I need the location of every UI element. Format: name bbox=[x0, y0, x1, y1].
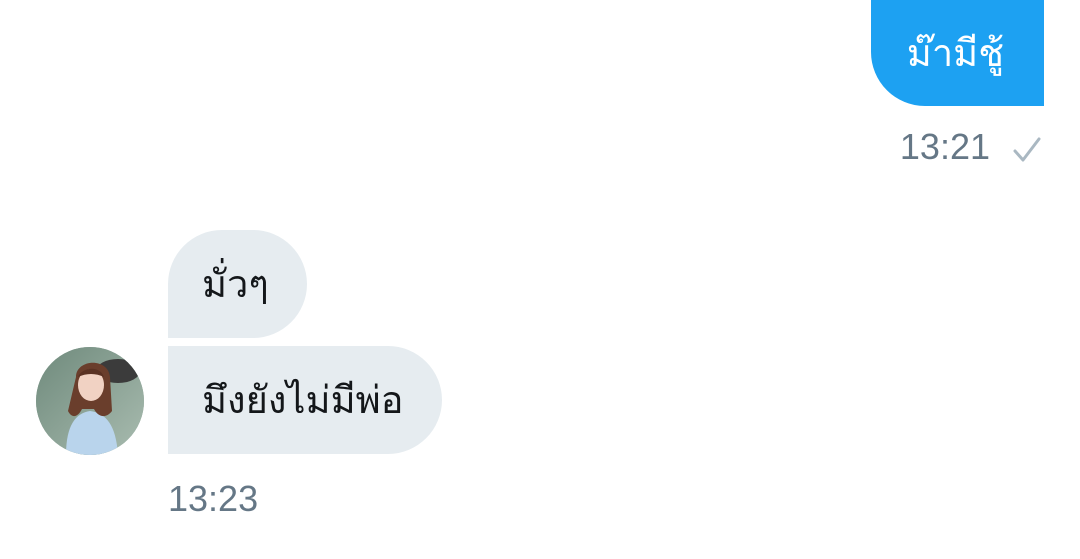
incoming-message-meta: 13:23 bbox=[168, 478, 258, 520]
outgoing-message-time: 13:21 bbox=[899, 126, 990, 167]
outgoing-message-bubble[interactable]: ม๊ามีชู้ bbox=[870, 0, 1044, 106]
incoming-message-bubble[interactable]: มั่วๆ bbox=[168, 230, 307, 338]
incoming-message-bubble[interactable]: มึงยังไม่มีพ่อ bbox=[168, 346, 442, 454]
incoming-message-text: มึงยังไม่มีพ่อ bbox=[202, 378, 404, 422]
checkmark-icon bbox=[1012, 132, 1042, 162]
incoming-message-time: 13:23 bbox=[168, 478, 259, 519]
user-avatar[interactable] bbox=[36, 347, 144, 455]
outgoing-message-meta: 13:21 bbox=[900, 126, 1042, 168]
incoming-message-text: มั่วๆ bbox=[202, 262, 269, 306]
outgoing-message-text: ม๊ามีชู้ bbox=[906, 31, 1004, 75]
conversation-view: ม๊ามีชู้ 13:21 มั่วๆ มึงยังไม่มีพ่อ 13:2… bbox=[0, 0, 1080, 559]
